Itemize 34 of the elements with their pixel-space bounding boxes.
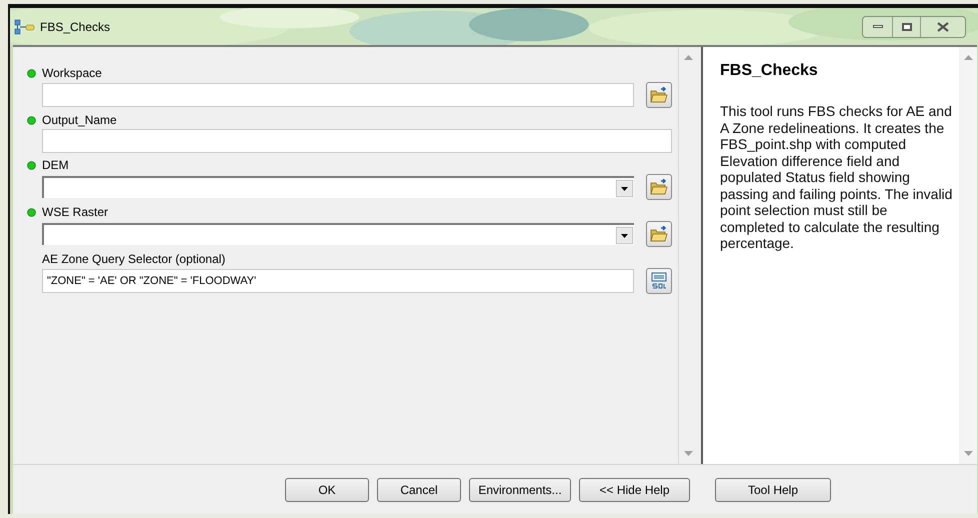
parameter-label: Output_Name — [42, 112, 117, 129]
parameter-label: WSE Raster — [42, 204, 108, 221]
scroll-up-icon[interactable] — [964, 55, 972, 60]
dropdown-arrow-icon[interactable] — [616, 180, 633, 196]
text-field[interactable]: "ZONE" = 'AE' OR "ZONE" = 'FLOODWAY' — [42, 269, 634, 293]
scroll-down-icon[interactable] — [964, 451, 972, 456]
sql-button[interactable] — [646, 268, 672, 294]
scroll-up-icon[interactable] — [684, 55, 693, 60]
text-field[interactable] — [42, 83, 634, 107]
dialog-button[interactable]: Environments... — [469, 478, 571, 502]
help-title: FBS_Checks — [720, 61, 819, 81]
window-title: FBS_Checks — [40, 18, 110, 36]
text-field[interactable] — [42, 129, 672, 153]
dropdown-arrow-icon[interactable] — [616, 226, 633, 244]
parameter-label: Workspace — [42, 65, 102, 82]
model-icon — [14, 18, 36, 34]
folder-icon — [650, 226, 668, 242]
browse-button[interactable] — [646, 174, 672, 200]
browse-button[interactable] — [646, 82, 672, 108]
scroll-down-icon[interactable] — [684, 451, 693, 456]
parameter-label: DEM — [42, 157, 69, 174]
dialog-button[interactable]: OK — [285, 478, 369, 502]
folder-icon — [650, 87, 668, 103]
dropdown-field[interactable] — [42, 176, 634, 198]
help-text: This tool runs FBS checks for AE and A Zone redelineations. It creates the FBS_point.shp with computed Elevation difference field and populated Status field showing passing and failing points. The invalid point selection must still be completed to calculate the resulting percentage. — [720, 103, 953, 252]
folder-icon — [650, 179, 668, 195]
dropdown-field[interactable] — [42, 223, 634, 245]
dialog-button[interactable]: << Hide Help — [579, 478, 690, 502]
close-icon — [937, 22, 949, 32]
dialog-button[interactable]: Tool Help — [715, 478, 831, 502]
sql-icon — [651, 272, 667, 290]
browse-button[interactable] — [646, 221, 672, 247]
parameter-label: AE Zone Query Selector (optional) — [42, 251, 226, 268]
dialog-button[interactable]: Cancel — [377, 478, 461, 502]
